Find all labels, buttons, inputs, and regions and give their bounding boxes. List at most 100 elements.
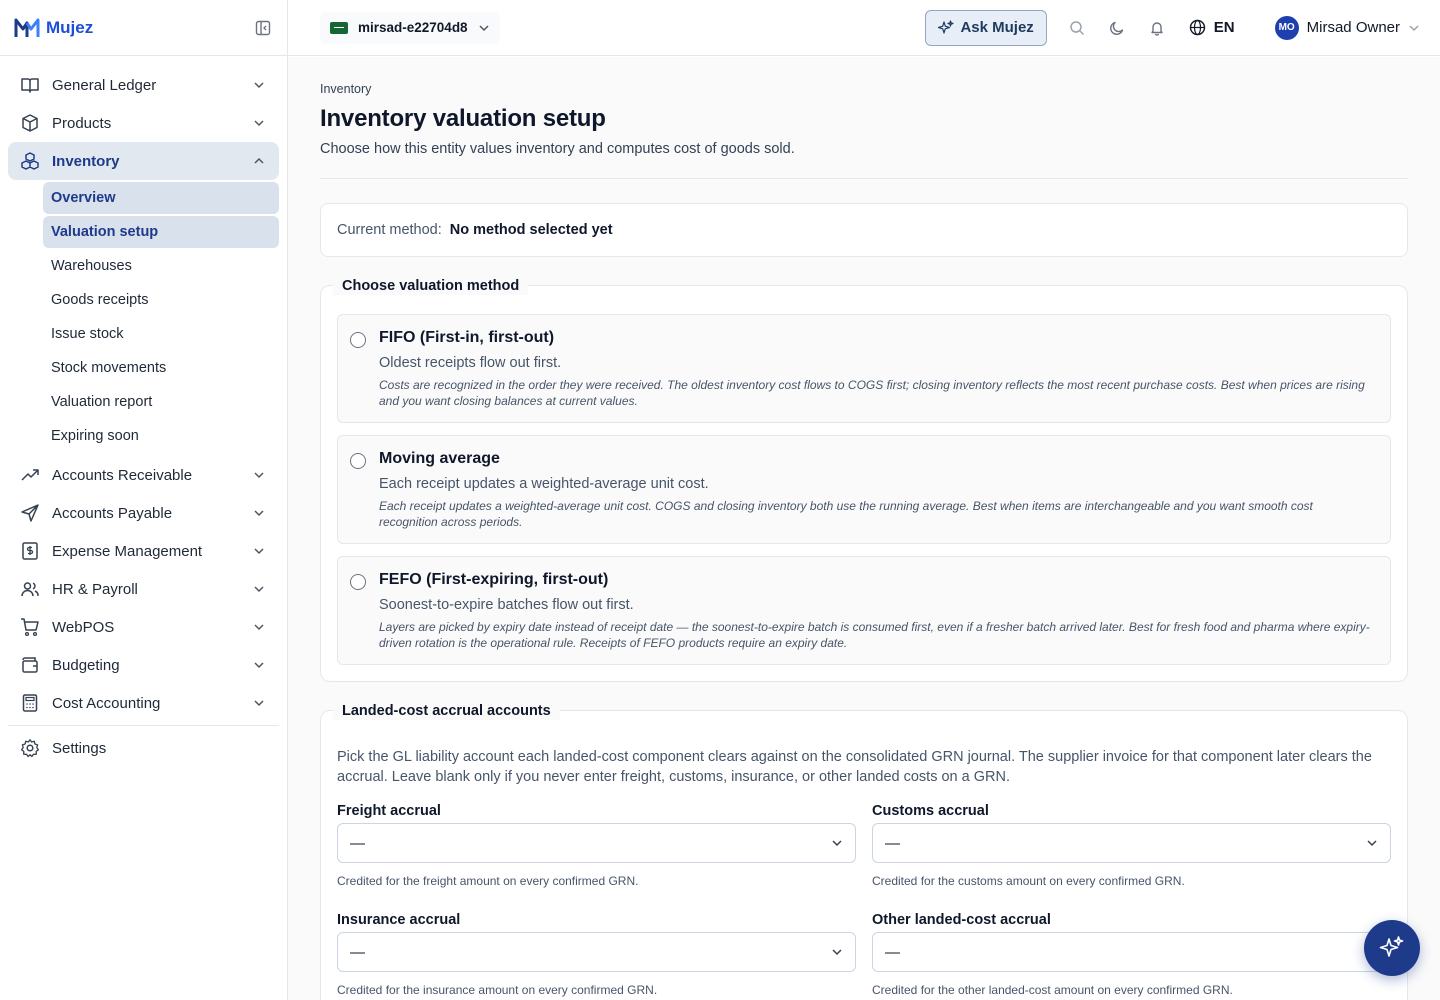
receipt-icon (20, 541, 40, 561)
avatar: MO (1274, 15, 1299, 40)
user-menu[interactable]: MO Mirsad Owner (1274, 15, 1420, 40)
sidebar-item-products[interactable]: Products (8, 104, 279, 142)
chevron-down-icon (251, 505, 267, 521)
sidebar-subitem-goods-receipts[interactable]: Goods receipts (43, 284, 279, 316)
option-title: FEFO (First-expiring, first-out) (379, 571, 609, 588)
freight-accrual-select[interactable]: — (337, 823, 856, 863)
sidebar-item-webpos[interactable]: WebPOS (8, 608, 279, 646)
landed-cost-description: Pick the GL liability account each lande… (337, 749, 1372, 785)
ask-mujez-button[interactable]: Ask Mujez (925, 9, 1047, 46)
field-help: Credited for the customs amount on every… (872, 874, 1185, 888)
valuation-method-legend: Choose valuation method (333, 277, 529, 295)
sidebar-subitem-valuation-setup[interactable]: Valuation setup (43, 216, 279, 248)
valuation-option-fifo[interactable]: FIFO (First-in, first-out) Oldest receip… (337, 314, 1391, 423)
insurance-accrual-select[interactable]: — (337, 932, 856, 972)
sidebar-subitem-issue-stock[interactable]: Issue stock (43, 318, 279, 350)
current-method-box: Current method: No method selected yet (320, 203, 1408, 257)
sidebar-item-general-ledger[interactable]: General Ledger (8, 66, 279, 104)
chevron-down-icon (251, 77, 267, 93)
user-name: Mirsad Owner (1306, 19, 1400, 36)
entity-switcher[interactable]: mirsad-e22704d8 (320, 11, 500, 44)
sidebar-item-label: Inventory (52, 152, 120, 170)
sidebar-subitem-expiring-soon[interactable]: Expiring soon (43, 420, 279, 452)
topbar-actions: Ask Mujez EN MO Mirsad Owner (925, 9, 1420, 46)
option-detail: Layers are picked by expiry date instead… (379, 620, 1370, 650)
chevron-down-icon (1366, 837, 1378, 849)
sidebar-item-label: Accounts Payable (52, 504, 173, 522)
radio-moving-average[interactable] (350, 453, 366, 469)
sidebar-item-accounts-payable[interactable]: Accounts Payable (8, 494, 279, 532)
language-label: EN (1213, 19, 1235, 36)
field-label: Customs accrual (872, 803, 989, 819)
sidebar-nav: General Ledger Products Inventory Overvi… (0, 56, 287, 767)
select-value: — (885, 943, 900, 961)
option-summary: Soonest-to-expire batches flow out first… (379, 597, 634, 613)
other-landed-cost-accrual-select[interactable]: — (872, 932, 1391, 972)
sidebar-subitem-overview[interactable]: Overview (43, 182, 279, 214)
users-icon (20, 579, 40, 599)
chevron-down-icon (251, 581, 267, 597)
gear-icon (20, 738, 40, 758)
valuation-option-fefo[interactable]: FEFO (First-expiring, first-out) Soonest… (337, 556, 1391, 665)
sidebar-item-label: Budgeting (52, 656, 120, 674)
chevron-down-icon (251, 467, 267, 483)
sidebar-item-inventory[interactable]: Inventory (8, 142, 279, 180)
chevron-down-icon (251, 657, 267, 673)
breadcrumb[interactable]: Inventory (320, 82, 1408, 96)
entity-name: mirsad-e22704d8 (358, 20, 468, 35)
sidebar-item-accounts-receivable[interactable]: Accounts Receivable (8, 456, 279, 494)
option-title: Moving average (379, 450, 500, 467)
radio-fefo[interactable] (350, 574, 366, 590)
sidebar-subitem-warehouses[interactable]: Warehouses (43, 250, 279, 282)
field-help: Credited for the insurance amount on eve… (337, 983, 658, 997)
option-body: FIFO (First-in, first-out) Oldest receip… (379, 329, 1374, 409)
select-value: — (885, 834, 900, 852)
sidebar-item-label: Products (52, 114, 112, 132)
calculator-icon (20, 693, 40, 713)
mujez-logo-icon (14, 18, 40, 37)
globe-icon (1189, 19, 1206, 36)
sparkles-icon (938, 19, 955, 36)
sidebar-item-cost-accounting[interactable]: Cost Accounting (8, 684, 279, 722)
landed-cost-section: Landed-cost accrual accounts Pick the GL… (320, 702, 1408, 1000)
ai-assistant-fab[interactable] (1364, 920, 1420, 976)
trending-up-icon (20, 465, 40, 485)
field-help: Credited for the freight amount on every… (337, 874, 639, 888)
sidebar-item-label: HR & Payroll (52, 580, 138, 598)
field-label: Other landed-cost accrual (872, 912, 1051, 928)
sidebar-item-hr-payroll[interactable]: HR & Payroll (8, 570, 279, 608)
brand-name: Mujez (46, 17, 94, 37)
current-method-label: Current method: (337, 222, 442, 238)
sidebar-item-expense-management[interactable]: Expense Management (8, 532, 279, 570)
moon-icon[interactable] (1107, 18, 1127, 38)
sidebar-item-budgeting[interactable]: Budgeting (8, 646, 279, 684)
sidebar-item-settings[interactable]: Settings (8, 729, 279, 767)
sidebar-subitem-valuation-report[interactable]: Valuation report (43, 386, 279, 418)
option-detail: Costs are recognized in the order they w… (379, 378, 1365, 408)
sidebar-toggle-icon[interactable] (253, 18, 273, 38)
select-value: — (350, 834, 365, 852)
inventory-submenu: Overview Valuation setup Warehouses Good… (8, 182, 279, 452)
customs-accrual-select[interactable]: — (872, 823, 1391, 863)
ask-mujez-label: Ask Mujez (960, 19, 1034, 36)
sidebar-item-label: Expense Management (52, 542, 203, 560)
main-content: Inventory Inventory valuation setup Choo… (288, 57, 1440, 1000)
search-icon[interactable] (1067, 18, 1087, 38)
option-body: Moving average Each receipt updates a we… (379, 450, 1374, 530)
sidebar-item-label: Settings (52, 739, 107, 757)
chevron-down-icon (251, 619, 267, 635)
sidebar-subitem-stock-movements[interactable]: Stock movements (43, 352, 279, 384)
landed-cost-legend: Landed-cost accrual accounts (333, 702, 560, 720)
insurance-accrual-field: Insurance accrual — Credited for the ins… (337, 912, 856, 1000)
bell-icon[interactable] (1147, 18, 1167, 38)
send-icon (20, 503, 40, 523)
chevron-down-icon (251, 695, 267, 711)
select-value: — (350, 943, 365, 961)
language-switcher[interactable]: EN (1189, 19, 1235, 36)
option-detail: Each receipt updates a weighted-average … (379, 499, 1313, 529)
wallet-icon (20, 655, 40, 675)
customs-accrual-field: Customs accrual — Credited for the custo… (872, 803, 1391, 912)
page-title: Inventory valuation setup (320, 105, 606, 132)
radio-fifo[interactable] (350, 332, 366, 348)
valuation-option-moving-average[interactable]: Moving average Each receipt updates a we… (337, 435, 1391, 544)
